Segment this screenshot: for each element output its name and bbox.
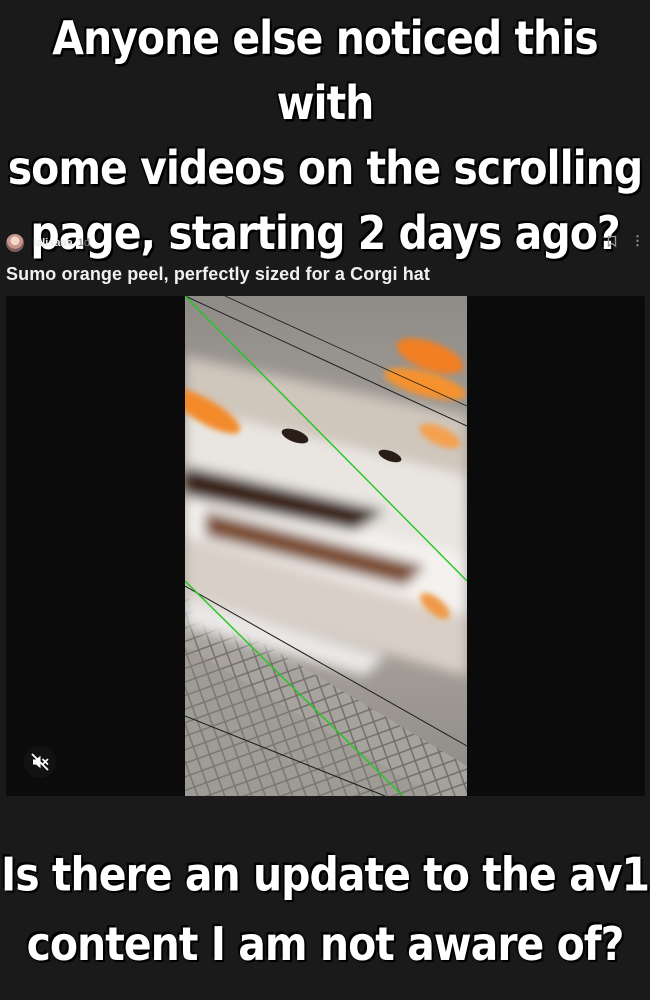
more-vertical-icon[interactable]: ⋮ [631, 234, 644, 248]
user-avatar[interactable] [6, 234, 24, 252]
mute-button[interactable] [24, 746, 56, 778]
post-title[interactable]: Sumo orange peel, perfectly sized for a … [6, 264, 430, 285]
post-time: 1d [77, 237, 91, 249]
post-card: lalisaaa 1d ⋮ Sumo orange peel, perfectl… [0, 226, 650, 800]
speaker-muted-icon [31, 753, 49, 771]
bottom-caption: Is there an update to the av1 content I … [0, 847, 650, 972]
video-frame[interactable] [185, 296, 467, 796]
post-actions: ⋮ [605, 234, 644, 248]
post-header: lalisaaa 1d ⋮ [6, 232, 644, 254]
video-player[interactable] [6, 296, 645, 796]
post-username[interactable]: lalisaaa [33, 237, 73, 249]
bookmark-icon[interactable] [605, 234, 619, 248]
